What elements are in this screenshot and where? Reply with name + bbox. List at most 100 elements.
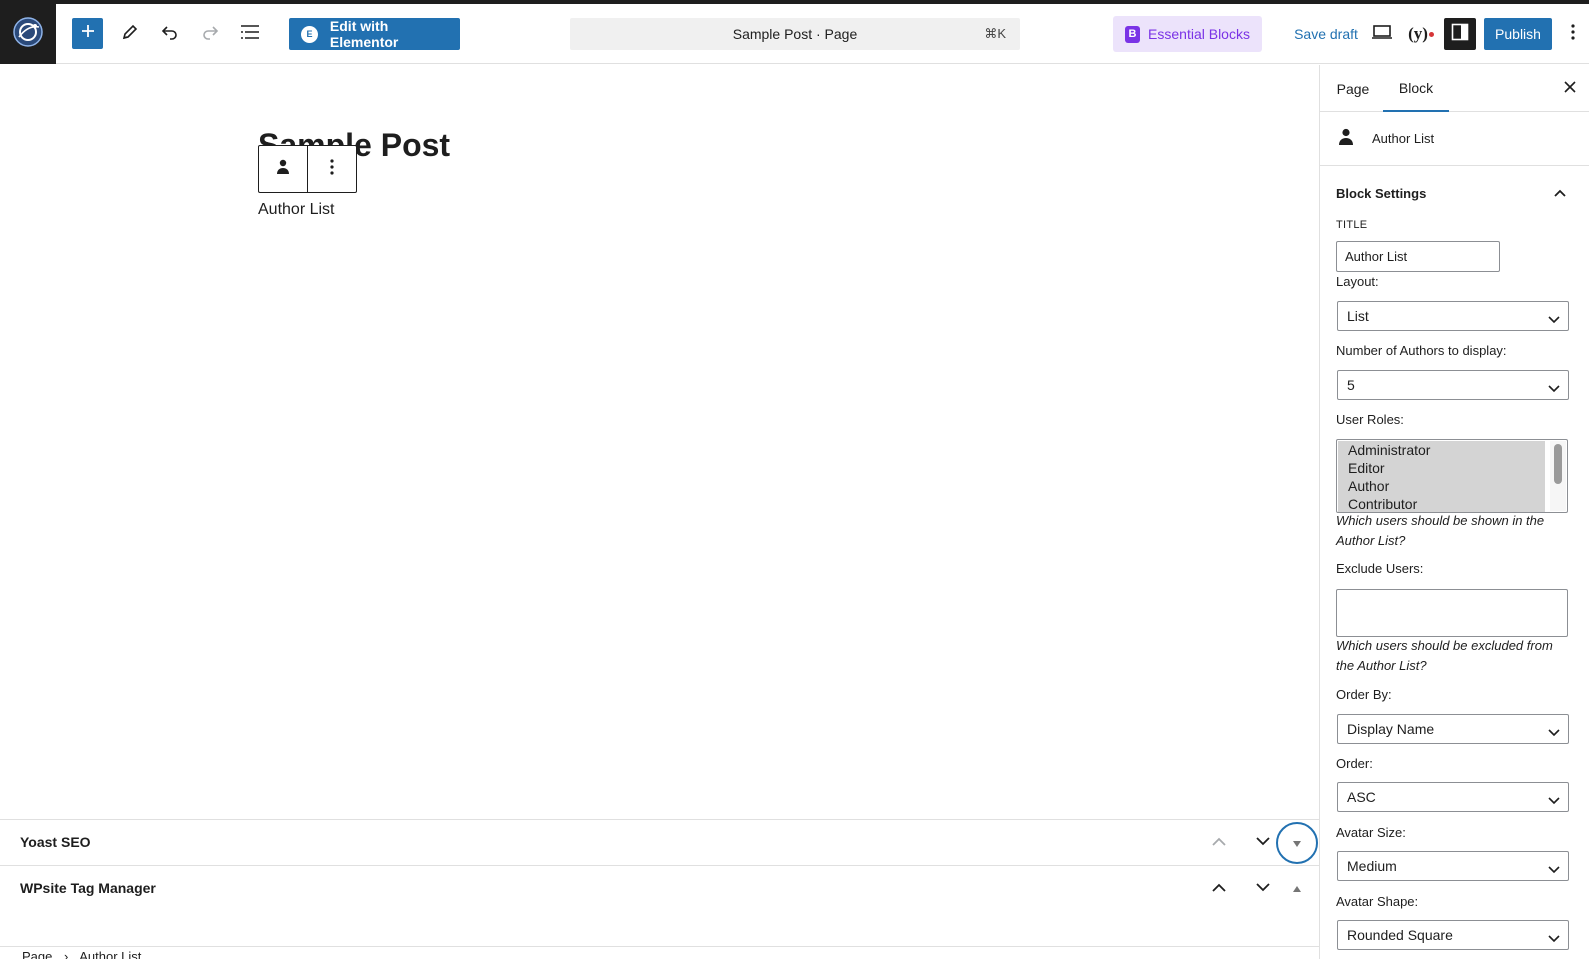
plus-icon: [81, 24, 95, 43]
pencil-icon: [121, 23, 139, 46]
command-palette-title: Sample Post · Page: [732, 26, 858, 42]
block-type-button[interactable]: [259, 146, 308, 192]
avatar-size-select[interactable]: Medium: [1337, 851, 1569, 881]
more-vertical-icon: [330, 158, 334, 180]
list-view-icon: [240, 24, 260, 45]
wordpress-logo-button[interactable]: [0, 4, 56, 64]
chevron-up-icon: [1212, 879, 1226, 897]
avatar-shape-value: Rounded Square: [1347, 927, 1453, 943]
document-overview-button[interactable]: [234, 18, 266, 50]
yoast-seo-metabox: Yoast SEO: [0, 819, 1319, 864]
caret-down-icon: [1292, 834, 1302, 852]
essential-blocks-label: Essential Blocks: [1148, 26, 1250, 42]
essential-blocks-button[interactable]: B Essential Blocks: [1113, 16, 1262, 52]
edit-with-elementor-button[interactable]: E Edit with Elementor: [289, 18, 460, 50]
add-block-button[interactable]: [72, 18, 103, 49]
elementor-icon: E: [301, 25, 318, 43]
order-label: Order:: [1336, 756, 1373, 771]
listbox-scrollbar[interactable]: [1550, 441, 1566, 511]
save-draft-label: Save draft: [1294, 26, 1358, 42]
number-of-authors-label: Number of Authors to display:: [1336, 343, 1507, 358]
redo-icon: [201, 23, 219, 46]
yoast-icon: (y): [1408, 24, 1434, 44]
close-sidebar-button[interactable]: [1556, 75, 1584, 103]
exclude-users-label: Exclude Users:: [1336, 561, 1424, 576]
number-of-authors-value: 5: [1347, 377, 1355, 393]
user-roles-label: User Roles:: [1336, 412, 1404, 427]
breadcrumb-page[interactable]: Page: [22, 949, 52, 959]
chevron-down-icon: [1548, 311, 1560, 327]
chevron-down-icon: [1548, 724, 1560, 740]
edit-with-elementor-label: Edit with Elementor: [329, 18, 399, 50]
preview-button[interactable]: [1366, 18, 1398, 50]
user-roles-listbox[interactable]: Administrator Editor Author Contributor: [1336, 439, 1568, 513]
essential-blocks-icon: B: [1125, 25, 1141, 43]
block-card: Author List: [1320, 112, 1589, 166]
number-of-authors-select[interactable]: 5: [1337, 370, 1569, 400]
chevron-down-icon: [1548, 861, 1560, 877]
tab-page[interactable]: Page: [1322, 65, 1384, 112]
chevron-down-icon: [1256, 879, 1270, 897]
chevron-down-icon: [1548, 380, 1560, 396]
block-card-title: Author List: [1372, 131, 1435, 146]
yoast-seo-title[interactable]: Yoast SEO: [20, 834, 91, 850]
person-icon: [1338, 128, 1354, 151]
tab-page-label: Page: [1336, 80, 1370, 97]
layout-select[interactable]: List: [1337, 301, 1569, 331]
order-value: ASC: [1347, 789, 1376, 805]
layout-select-value: List: [1347, 308, 1369, 324]
title-input[interactable]: [1336, 241, 1500, 272]
user-roles-help: Which users should be shown in the Autho…: [1336, 513, 1545, 548]
avatar-shape-select[interactable]: Rounded Square: [1337, 920, 1569, 950]
desktop-preview-icon: [1372, 24, 1392, 45]
title-label: TITLE: [1336, 219, 1368, 231]
move-down-button[interactable]: [1248, 873, 1278, 903]
role-option[interactable]: Administrator: [1338, 441, 1545, 459]
command-shortcut: ⌘K: [984, 26, 1006, 41]
author-list-block[interactable]: Author List: [258, 201, 334, 219]
save-draft-button[interactable]: Save draft: [1276, 18, 1376, 50]
role-option[interactable]: Author: [1338, 477, 1545, 495]
settings-sidebar-toggle[interactable]: [1444, 18, 1476, 50]
block-settings-panel-toggle[interactable]: Block Settings: [1320, 167, 1589, 217]
order-by-label: Order By:: [1336, 687, 1392, 702]
close-icon: [1564, 80, 1576, 98]
move-up-button[interactable]: [1204, 873, 1234, 903]
tools-button[interactable]: [114, 18, 146, 50]
chevron-down-icon: [1256, 833, 1270, 851]
toggle-panel-button[interactable]: [1276, 822, 1318, 864]
tag-manager-title[interactable]: WPsite Tag Manager: [20, 880, 156, 896]
more-vertical-icon: [1571, 23, 1575, 45]
chevron-down-icon: [1548, 930, 1560, 946]
chevron-up-icon: [1548, 181, 1572, 205]
command-palette-button[interactable]: Sample Post · Page ⌘K: [570, 18, 1020, 50]
toggle-panel-button[interactable]: [1282, 873, 1312, 903]
editor-header: E Edit with Elementor Sample Post · Page…: [0, 4, 1589, 64]
editor-canvas[interactable]: Sample Post Author List: [0, 65, 1319, 819]
exclude-users-input[interactable]: [1336, 589, 1568, 637]
order-by-select[interactable]: Display Name: [1337, 714, 1569, 744]
person-icon: [276, 159, 290, 180]
avatar-size-value: Medium: [1347, 858, 1397, 874]
publish-label: Publish: [1495, 26, 1541, 42]
order-by-value: Display Name: [1347, 721, 1435, 737]
move-up-button[interactable]: [1204, 827, 1234, 857]
move-down-button[interactable]: [1248, 827, 1278, 857]
tag-manager-metabox: WPsite Tag Manager: [0, 865, 1319, 910]
breadcrumb: Page › Author List: [0, 946, 1319, 959]
publish-button[interactable]: Publish: [1484, 18, 1552, 50]
redo-button[interactable]: [194, 18, 226, 50]
caret-up-icon: [1292, 879, 1302, 897]
options-menu-button[interactable]: [1560, 18, 1586, 50]
avatar-shape-label: Avatar Shape:: [1336, 894, 1419, 909]
undo-button[interactable]: [154, 18, 186, 50]
scrollbar-thumb[interactable]: [1554, 444, 1562, 484]
role-option[interactable]: Editor: [1338, 459, 1545, 477]
yoast-seo-button[interactable]: (y): [1403, 18, 1439, 50]
exclude-users-help: Which users should be excluded from the …: [1336, 638, 1553, 673]
order-select[interactable]: ASC: [1337, 782, 1569, 812]
block-settings-title: Block Settings: [1336, 186, 1427, 201]
tab-block[interactable]: Block: [1383, 65, 1449, 112]
block-options-button[interactable]: [308, 146, 357, 192]
yoast-label: y: [1413, 24, 1423, 43]
